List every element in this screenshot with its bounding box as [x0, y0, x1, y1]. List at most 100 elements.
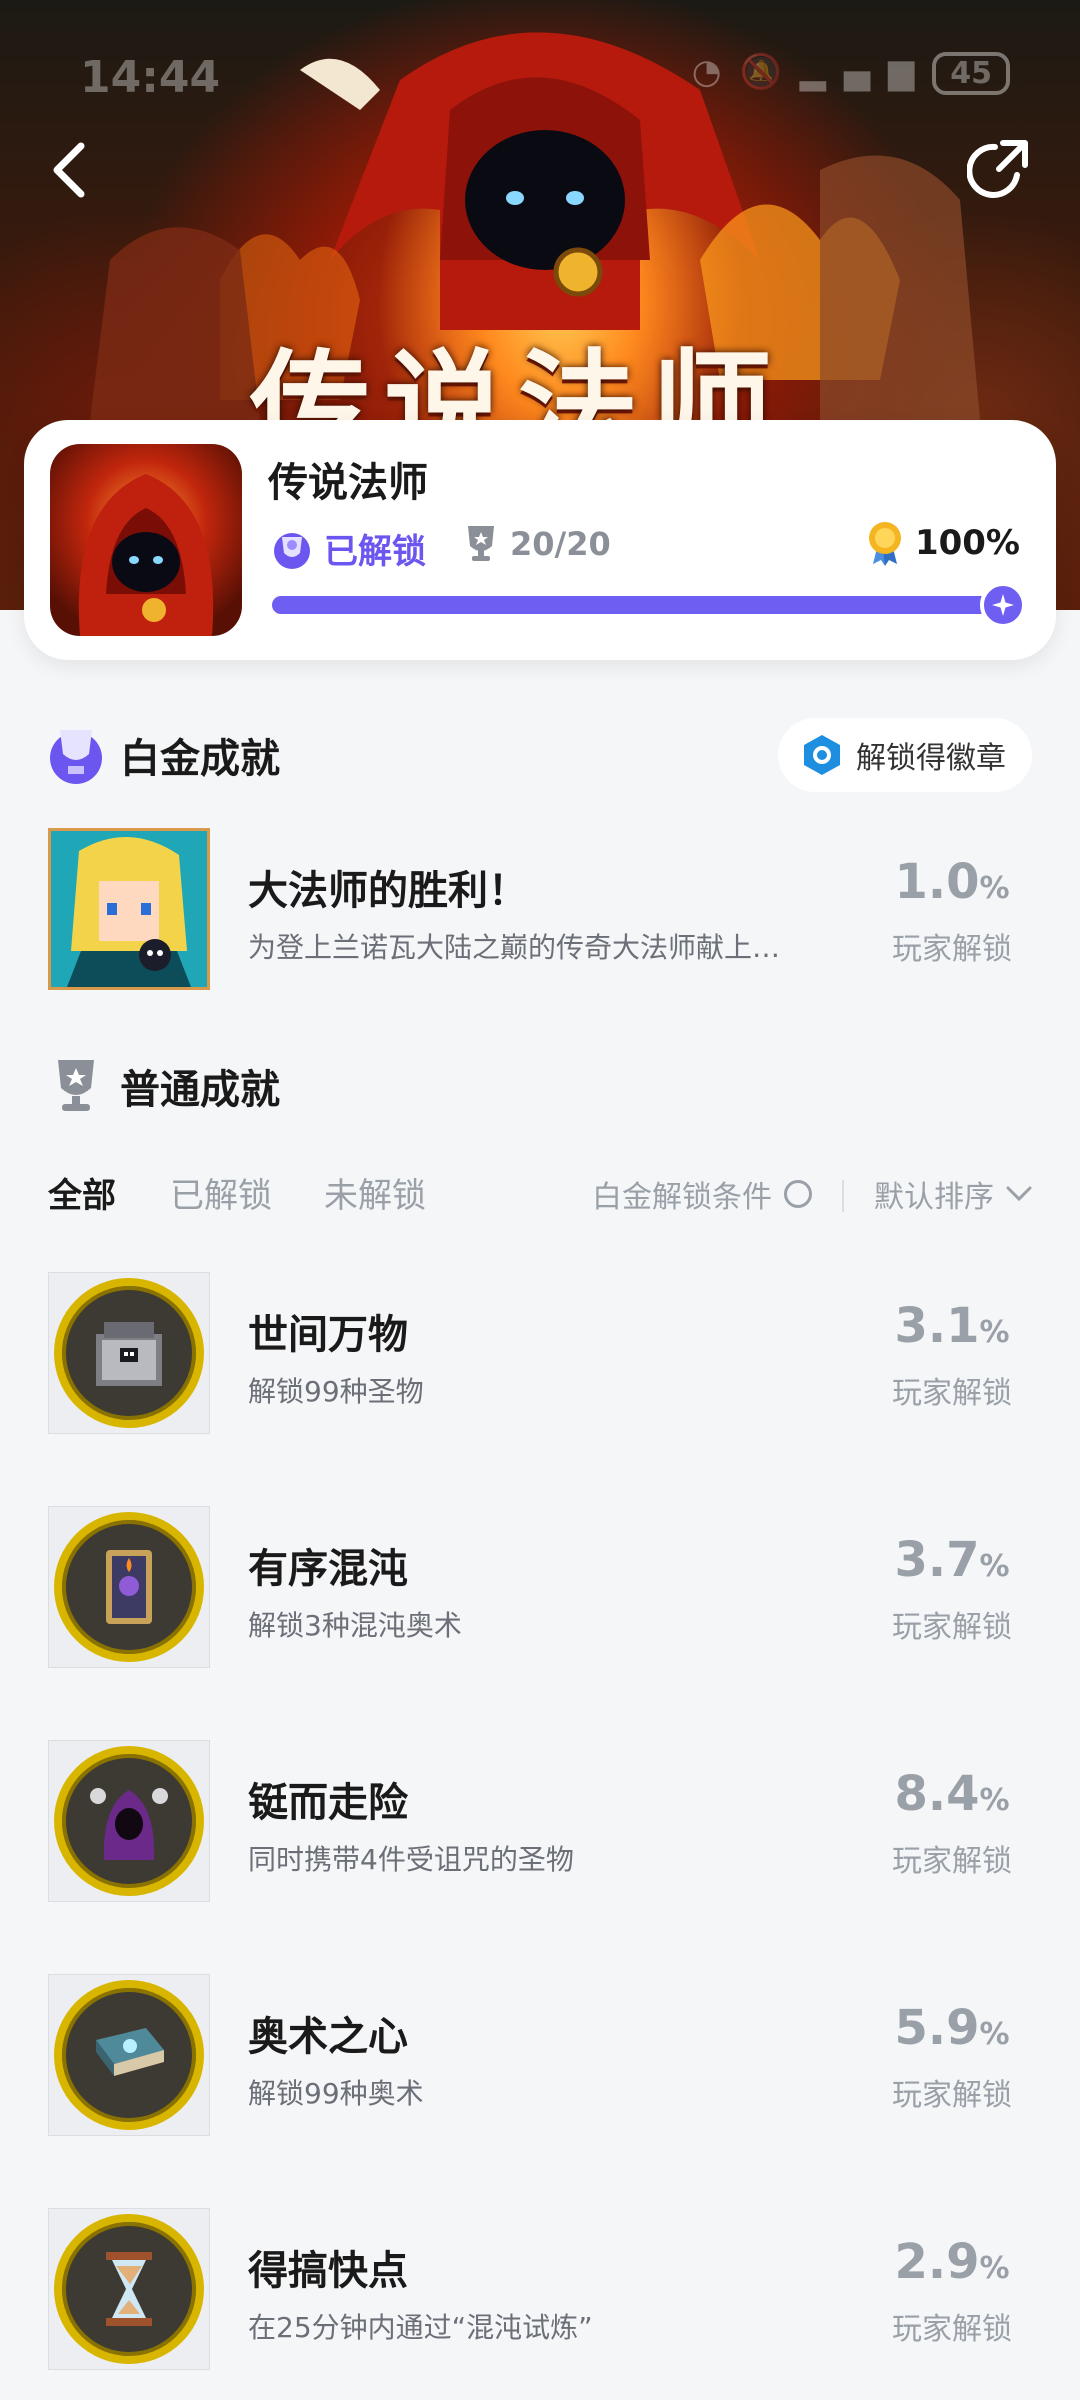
divider: [842, 1180, 844, 1212]
normal-section-title: 普通成就: [120, 1067, 280, 1113]
achievement-description: 解锁3种混沌奥术: [248, 1609, 462, 1642]
percent-unit: %: [979, 2017, 1010, 2052]
percent-value: 5.9: [894, 2000, 980, 2056]
achievement-percent: 3.1%: [872, 1298, 1032, 1354]
platinum-trophy-icon: [50, 730, 102, 784]
achievement-percent-label: 玩家解锁: [892, 2312, 1012, 2347]
achievement-percent: 8.4%: [872, 1766, 1032, 1822]
percent-value: 2.9: [894, 2234, 980, 2290]
game-title: 传说法师: [268, 460, 428, 506]
badge-icon: [804, 735, 840, 775]
achievement-percent-label: 玩家解锁: [892, 1376, 1012, 1411]
achievement-thumbnail: [48, 1974, 210, 2136]
chest-icon: [96, 1322, 162, 1386]
achievement-percent-label: 玩家解锁: [892, 1610, 1012, 1645]
share-icon: [967, 140, 1028, 198]
achievement-title: 有序混沌: [248, 1546, 408, 1592]
cursed-wizard-icon: [90, 1788, 168, 1860]
achievement-percent-label: 玩家解锁: [892, 932, 1012, 967]
share-button[interactable]: [960, 130, 1040, 210]
achievement-title: 世间万物: [248, 1312, 408, 1358]
platinum-section-title: 白金成就: [120, 736, 280, 782]
percent-value: 3.7: [894, 1532, 980, 1588]
achievement-thumbnail: [48, 828, 210, 990]
achievement-percent: 3.7%: [872, 1532, 1032, 1588]
percent-unit: %: [979, 2251, 1010, 2286]
medal-frame: [54, 1512, 204, 1662]
medal-frame: [54, 1746, 204, 1896]
completion-value: 100%: [914, 523, 1020, 563]
trophy-icon: [468, 526, 494, 561]
mute-icon: 🔕: [739, 52, 800, 92]
normal-section-header: 普通成就: [48, 1056, 280, 1116]
battery-icon: 45: [932, 52, 1010, 95]
list-item[interactable]: 铤而走险 同时携带4件受诅咒的圣物 8.4% 玩家解锁: [48, 1740, 1032, 1902]
achievement-title: 大法师的胜利！: [248, 868, 528, 914]
achievement-description: 同时携带4件受诅咒的圣物: [248, 1843, 574, 1876]
achievement-percent: 5.9%: [872, 2000, 1032, 2056]
achievement-title: 奥术之心: [248, 2014, 408, 2060]
achievement-thumbnail: [48, 1740, 210, 1902]
achievement-title: 铤而走险: [248, 1780, 408, 1826]
sort-dropdown[interactable]: 默认排序: [874, 1172, 1032, 1216]
achievement-thumbnail: [48, 1272, 210, 1434]
platinum-condition-toggle[interactable]: 白金解锁条件: [592, 1172, 812, 1216]
achievement-description: 为登上兰诺瓦大陆之巅的传奇大法师献上…: [248, 931, 781, 964]
filter-bar: 全部 已解锁 未解锁 白金解锁条件 默认排序: [48, 1168, 1032, 1224]
alarm-icon: ◔: [691, 52, 740, 92]
percent-value: 1.0: [894, 854, 980, 910]
medal-frame: [54, 1278, 204, 1428]
tab-locked[interactable]: 未解锁: [324, 1168, 426, 1217]
status-time: 14:44: [80, 52, 221, 103]
status-icons: ◔🔕▂▄▆ 45: [692, 52, 1010, 95]
list-item[interactable]: 奥术之心 解锁99种奥术 5.9% 玩家解锁: [48, 1974, 1032, 2136]
medal-frame: [54, 2214, 204, 2364]
status-bar: 14:44 ◔🔕▂▄▆ 45: [0, 0, 1080, 140]
platinum-trophy-icon: [274, 532, 310, 569]
wizard-icon: [78, 474, 214, 636]
achievement-percent: 2.9%: [872, 2234, 1032, 2290]
platinum-section-header: 白金成就: [48, 724, 280, 786]
list-item[interactable]: 有序混沌 解锁3种混沌奥术 3.7% 玩家解锁: [48, 1506, 1032, 1668]
game-icon[interactable]: [50, 444, 242, 636]
chevron-left-icon: [53, 142, 85, 198]
unlock-status: 已解锁: [270, 524, 426, 573]
achievement-description: 解锁99种奥术: [248, 2077, 424, 2110]
spellbook-icon: [96, 2028, 164, 2076]
achievement-thumbnail: [48, 2208, 210, 2370]
trophy-icon: [58, 1060, 94, 1111]
unlock-badge-label: 解锁得徽章: [856, 741, 1006, 776]
arcana-card-icon: [106, 1550, 152, 1624]
back-button[interactable]: [30, 130, 110, 210]
achievement-description: 解锁99种圣物: [248, 1375, 424, 1408]
list-item[interactable]: 世间万物 解锁99种圣物 3.1% 玩家解锁: [48, 1272, 1032, 1434]
platinum-achievement[interactable]: 大法师的胜利！ 为登上兰诺瓦大陆之巅的传奇大法师献上… 1.0% 玩家解锁: [48, 828, 1032, 990]
progress-knob: [980, 582, 1026, 628]
percent-unit: %: [979, 1549, 1010, 1584]
tab-unlocked[interactable]: 已解锁: [170, 1168, 272, 1217]
percent-unit: %: [979, 1315, 1010, 1350]
achievement-description: 在25分钟内通过“混沌试炼”: [248, 2311, 593, 2344]
sort-label: 默认排序: [874, 1180, 994, 1215]
medal-frame: [54, 1980, 204, 2130]
trophy-count-value: 20/20: [510, 525, 611, 563]
signal-icon: ▂▄▆: [799, 52, 933, 92]
achievement-percent: 1.0%: [872, 854, 1032, 910]
chevron-down-icon: [1006, 1186, 1032, 1202]
game-summary-card: 传说法师 已解锁 20/20 100%: [24, 420, 1056, 660]
progress-fill: [272, 582, 1026, 628]
platinum-condition-label: 白金解锁条件: [592, 1180, 772, 1215]
percent-unit: %: [979, 1783, 1010, 1818]
percent-unit: %: [979, 871, 1010, 906]
achievement-percent-label: 玩家解锁: [892, 2078, 1012, 2113]
trophy-count: 20/20: [464, 524, 611, 564]
tab-all[interactable]: 全部: [48, 1168, 116, 1217]
achievement-percent-label: 玩家解锁: [892, 1844, 1012, 1879]
unlock-badge-button[interactable]: 解锁得徽章: [778, 718, 1032, 792]
percent-value: 3.1: [894, 1298, 980, 1354]
completion-percent: 100%: [865, 520, 1020, 566]
sparkle-icon: [992, 594, 1014, 616]
achievement-title: 得搞快点: [248, 2248, 408, 2294]
list-item[interactable]: 得搞快点 在25分钟内通过“混沌试炼” 2.9% 玩家解锁: [48, 2208, 1032, 2370]
archmage-girl-icon: [51, 831, 207, 987]
